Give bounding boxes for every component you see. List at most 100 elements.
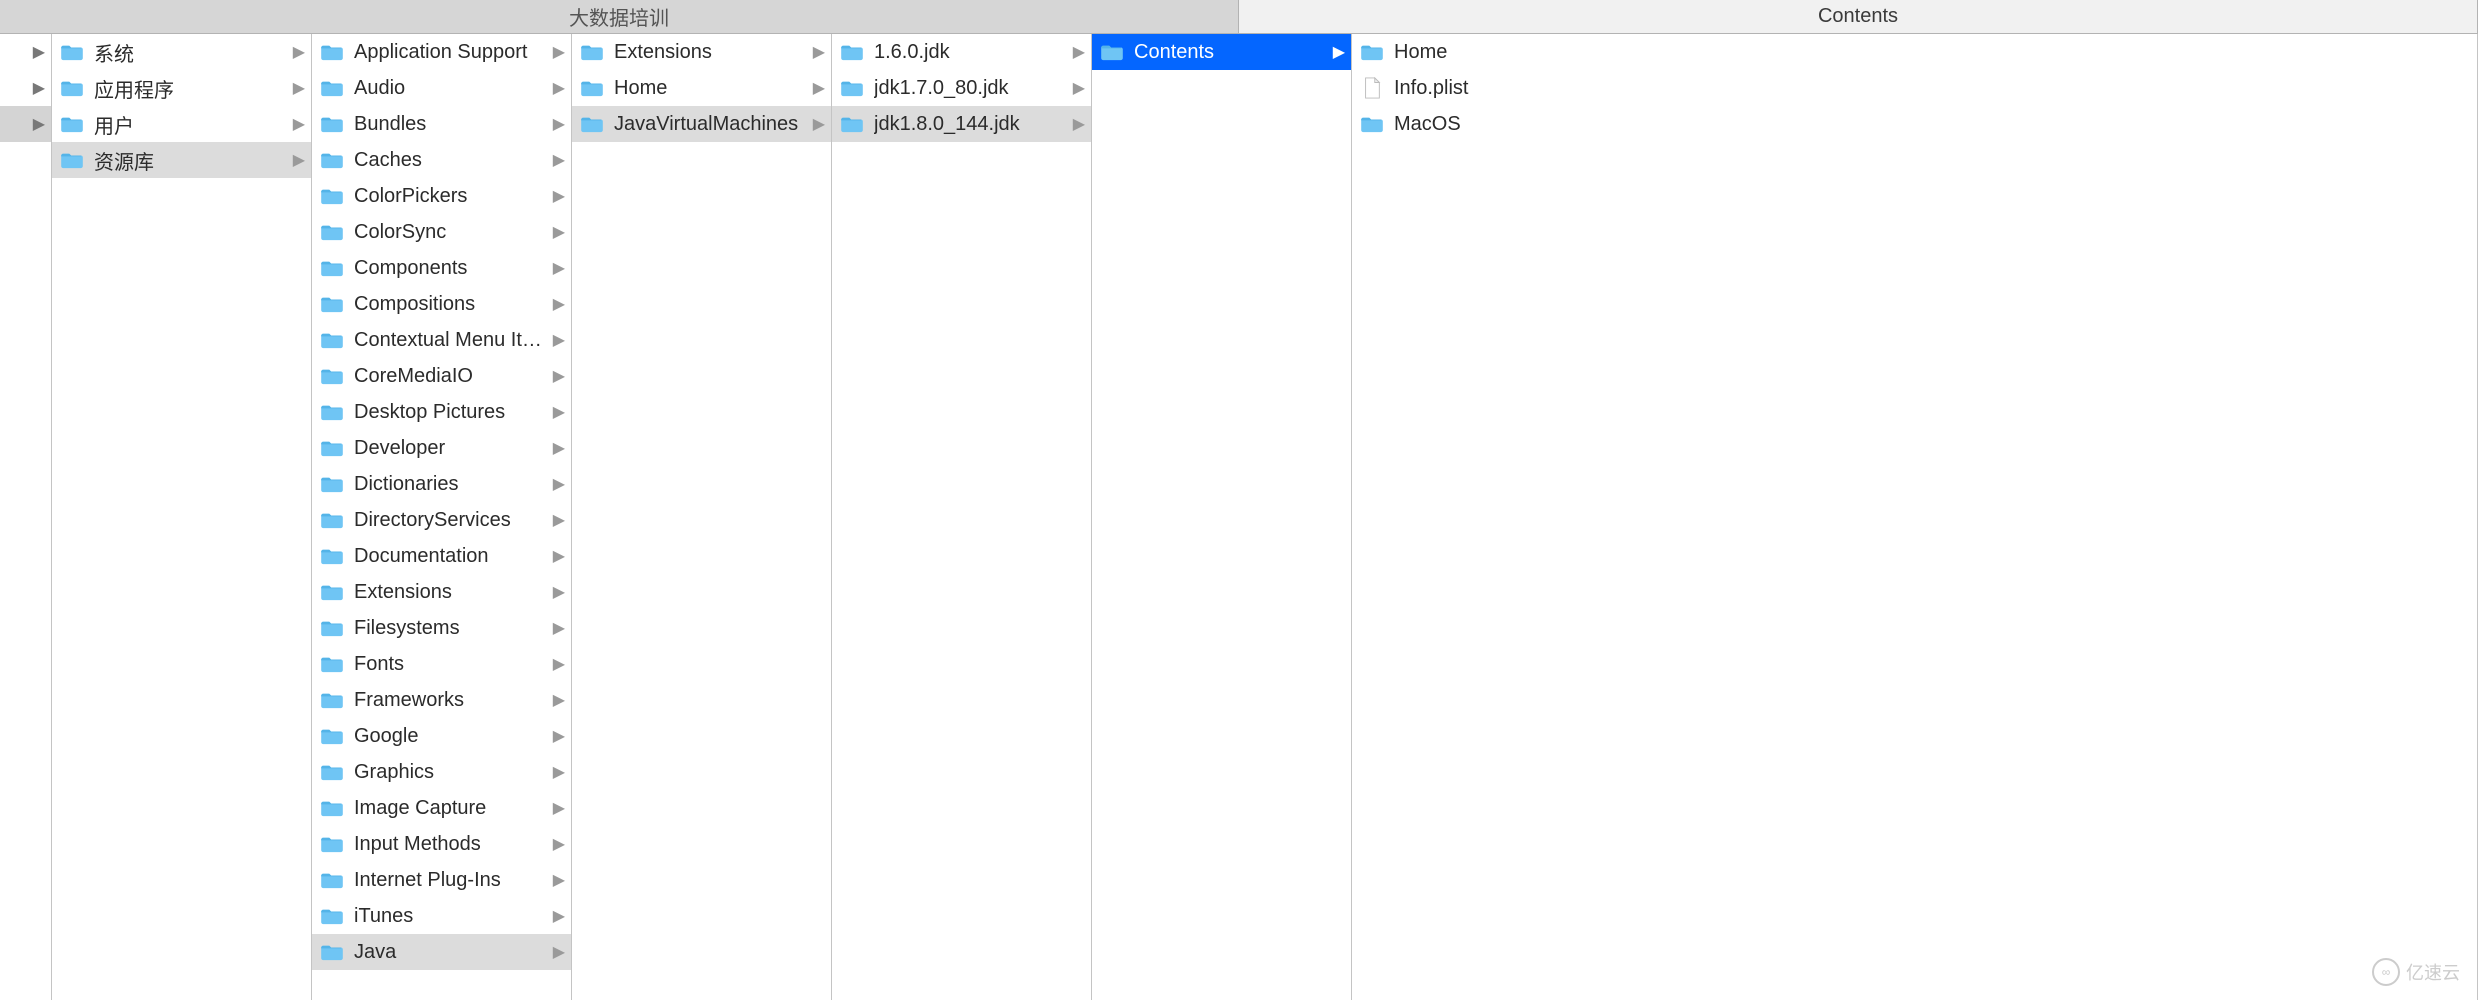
finder-item[interactable]: Frameworks▶ — [312, 682, 571, 718]
folder-icon — [320, 796, 344, 820]
item-label: 用户 — [94, 110, 287, 139]
folder-icon — [320, 472, 344, 496]
finder-item[interactable]: Contextual Menu Items ▶ — [312, 322, 571, 358]
finder-item[interactable]: Contents▶ — [1092, 34, 1351, 70]
item-label: 资源库 — [94, 146, 287, 175]
folder-icon — [60, 76, 84, 100]
chevron-right-icon: ▶ — [553, 510, 565, 530]
tab-inactive[interactable]: Contents — [1239, 0, 2478, 33]
finder-item[interactable]: 资源库 ▶ — [52, 142, 311, 178]
chevron-right-icon: ▶ — [1073, 78, 1085, 98]
finder-item[interactable]: Graphics▶ — [312, 754, 571, 790]
chevron-right-icon: ▶ — [553, 330, 565, 350]
chevron-right-icon: ▶ — [553, 726, 565, 746]
chevron-right-icon: ▶ — [553, 474, 565, 494]
column-6: HomeInfo.plistMacOS — [1352, 34, 2478, 1000]
folder-icon — [1100, 40, 1124, 64]
finder-item[interactable]: ColorSync ▶ — [312, 214, 571, 250]
folder-icon — [580, 112, 604, 136]
tab-active[interactable]: 大数据培训 — [0, 0, 1239, 33]
item-label: 系统 — [94, 38, 287, 67]
column-1: 系统 ▶ 应用程序▶用户▶ 资源库 ▶ — [52, 34, 312, 1000]
finder-item[interactable]: Documentation▶ — [312, 538, 571, 574]
column-5: Contents▶ — [1092, 34, 1352, 1000]
folder-icon — [320, 940, 344, 964]
folder-icon — [320, 616, 344, 640]
finder-item[interactable]: Home — [1352, 34, 2477, 70]
finder-item[interactable]: iTunes▶ — [312, 898, 571, 934]
folder-icon — [60, 40, 84, 64]
finder-item[interactable]: 系统 ▶ — [52, 34, 311, 70]
finder-item[interactable]: Internet Plug-Ins▶ — [312, 862, 571, 898]
chevron-right-icon: ▶ — [553, 546, 565, 566]
finder-item[interactable]: 用户▶ — [52, 106, 311, 142]
finder-item[interactable]: Dictionaries▶ — [312, 466, 571, 502]
chevron-right-icon: ▶ — [813, 42, 825, 62]
chevron-right-icon: ▶ — [293, 150, 305, 170]
folder-icon — [320, 40, 344, 64]
chevron-right-icon: ▶ — [553, 150, 565, 170]
finder-item[interactable]: 1.6.0.jdk▶ — [832, 34, 1091, 70]
finder-item[interactable]: Extensions ▶ — [572, 34, 831, 70]
finder-item[interactable]: Developer▶ — [312, 430, 571, 466]
chevron-right-icon: ▶ — [813, 78, 825, 98]
finder-item[interactable]: Audio▶ — [312, 70, 571, 106]
finder-item[interactable]: Google▶ — [312, 718, 571, 754]
folder-icon — [840, 112, 864, 136]
folder-icon — [320, 220, 344, 244]
item-label: Input Methods — [354, 833, 547, 856]
item-label: iTunes — [354, 905, 547, 928]
finder-item[interactable]: Bundles▶ — [312, 106, 571, 142]
history-arrow[interactable]: ▶ — [0, 34, 51, 70]
finder-item[interactable]: Info.plist — [1352, 70, 2477, 106]
chevron-right-icon: ▶ — [553, 654, 565, 674]
finder-item[interactable]: JavaVirtualMachines▶ — [572, 106, 831, 142]
chevron-right-icon: ▶ — [553, 222, 565, 242]
finder-item[interactable]: Input Methods▶ — [312, 826, 571, 862]
item-label: Graphics — [354, 761, 547, 784]
folder-icon — [320, 688, 344, 712]
finder-item[interactable]: Filesystems▶ — [312, 610, 571, 646]
item-label: Extensions — [354, 581, 547, 604]
item-label: Contextual Menu Items — [354, 329, 547, 352]
finder-item[interactable]: DirectoryServices▶ — [312, 502, 571, 538]
item-label: JavaVirtualMachines — [614, 113, 807, 136]
folder-icon — [320, 292, 344, 316]
chevron-right-icon: ▶ — [293, 42, 305, 62]
finder-item[interactable]: Image Capture▶ — [312, 790, 571, 826]
finder-item[interactable]: 应用程序▶ — [52, 70, 311, 106]
finder-item[interactable]: Desktop Pictures▶ — [312, 394, 571, 430]
folder-icon — [1360, 112, 1384, 136]
folder-icon — [320, 256, 344, 280]
finder-item[interactable]: Home▶ — [572, 70, 831, 106]
finder-item[interactable]: MacOS — [1352, 106, 2477, 142]
history-arrow[interactable]: ▶ — [0, 70, 51, 106]
chevron-right-icon: ▶ — [33, 114, 45, 134]
chevron-right-icon: ▶ — [553, 186, 565, 206]
finder-item[interactable]: Extensions▶ — [312, 574, 571, 610]
finder-item[interactable]: CoreMediaIO▶ — [312, 358, 571, 394]
folder-icon — [320, 580, 344, 604]
item-label: Contents — [1134, 41, 1327, 64]
finder-item[interactable]: jdk1.7.0_80.jdk ▶ — [832, 70, 1091, 106]
item-label: ColorSync — [354, 221, 547, 244]
finder-item[interactable]: Java▶ — [312, 934, 571, 970]
watermark: ∞ 亿速云 — [2372, 958, 2460, 986]
finder-item[interactable]: Components▶ — [312, 250, 571, 286]
finder-item[interactable]: Fonts▶ — [312, 646, 571, 682]
item-label: Bundles — [354, 113, 547, 136]
finder-item[interactable]: Caches▶ — [312, 142, 571, 178]
item-label: Compositions — [354, 293, 547, 316]
history-arrow[interactable]: ▶ — [0, 106, 51, 142]
item-label: Filesystems — [354, 617, 547, 640]
item-label: jdk1.7.0_80.jdk — [874, 77, 1067, 100]
finder-item[interactable]: jdk1.8.0_144.jdk▶ — [832, 106, 1091, 142]
folder-icon — [320, 112, 344, 136]
finder-item[interactable]: Compositions▶ — [312, 286, 571, 322]
finder-item[interactable]: Application Support▶ — [312, 34, 571, 70]
folder-icon — [320, 508, 344, 532]
item-label: Extensions — [614, 41, 807, 64]
finder-item[interactable]: ColorPickers▶ — [312, 178, 571, 214]
column-3: Extensions▶Home▶JavaVirtualMachines▶ — [572, 34, 832, 1000]
item-label: Desktop Pictures — [354, 401, 547, 424]
